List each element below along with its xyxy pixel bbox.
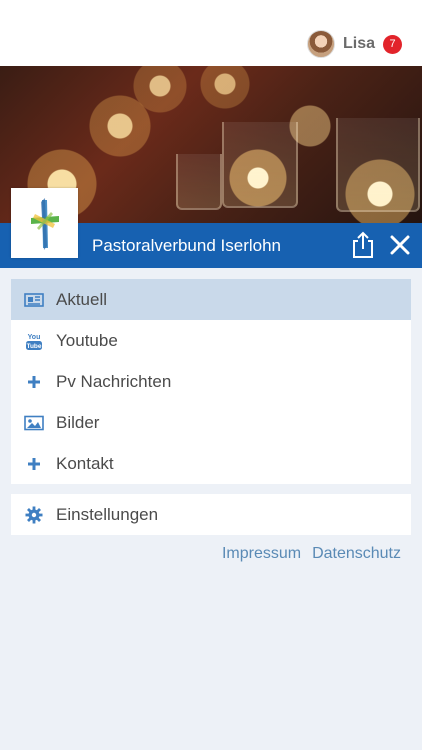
youtube-icon: You Tube bbox=[24, 331, 44, 351]
newspaper-icon bbox=[24, 290, 44, 310]
parish-logo bbox=[11, 188, 78, 258]
candle-glass-image bbox=[176, 154, 222, 210]
user-name[interactable]: Lisa bbox=[343, 35, 375, 53]
menu-item-kontakt[interactable]: Kontakt bbox=[11, 443, 411, 484]
close-icon bbox=[390, 235, 410, 255]
menu-item-einstellungen[interactable]: Einstellungen bbox=[11, 494, 411, 535]
top-bar: Lisa 7 bbox=[0, 0, 422, 66]
impressum-link[interactable]: Impressum bbox=[222, 545, 301, 563]
menu-item-pv-nachrichten[interactable]: Pv Nachrichten bbox=[11, 361, 411, 402]
menu-item-label: Youtube bbox=[56, 330, 118, 350]
svg-text:You: You bbox=[28, 334, 41, 341]
plus-icon bbox=[24, 454, 44, 474]
cross-logo-icon bbox=[31, 198, 59, 250]
share-button[interactable] bbox=[350, 231, 376, 259]
menu-item-label: Bilder bbox=[56, 412, 100, 432]
notification-badge[interactable]: 7 bbox=[383, 34, 402, 54]
plus-icon bbox=[24, 372, 44, 392]
menu-item-label: Kontakt bbox=[56, 453, 114, 473]
user-profile[interactable]: Lisa 7 bbox=[306, 30, 402, 58]
menu-item-youtube[interactable]: You Tube Youtube bbox=[11, 320, 411, 361]
footer-links: Impressum Datenschutz bbox=[222, 545, 401, 563]
menu-item-label: Pv Nachrichten bbox=[56, 371, 172, 391]
avatar[interactable] bbox=[306, 30, 335, 58]
svg-text:Tube: Tube bbox=[26, 343, 41, 350]
candle-glass-image bbox=[336, 118, 420, 212]
datenschutz-link[interactable]: Datenschutz bbox=[312, 545, 401, 563]
menu-item-label: Einstellungen bbox=[56, 504, 159, 524]
close-button[interactable] bbox=[387, 232, 413, 258]
menu-item-aktuell[interactable]: Aktuell bbox=[11, 279, 411, 320]
share-icon bbox=[353, 231, 373, 258]
navigation-menu: Aktuell You Tube Youtube Pv Nachrichten bbox=[11, 279, 411, 484]
candle-glass-image bbox=[222, 122, 298, 208]
image-icon bbox=[24, 413, 44, 433]
page-title: Pastoralverbund Iserlohn bbox=[92, 236, 282, 255]
menu-item-bilder[interactable]: Bilder bbox=[11, 402, 411, 443]
menu-item-label: Aktuell bbox=[56, 289, 108, 309]
gear-icon bbox=[24, 505, 44, 525]
